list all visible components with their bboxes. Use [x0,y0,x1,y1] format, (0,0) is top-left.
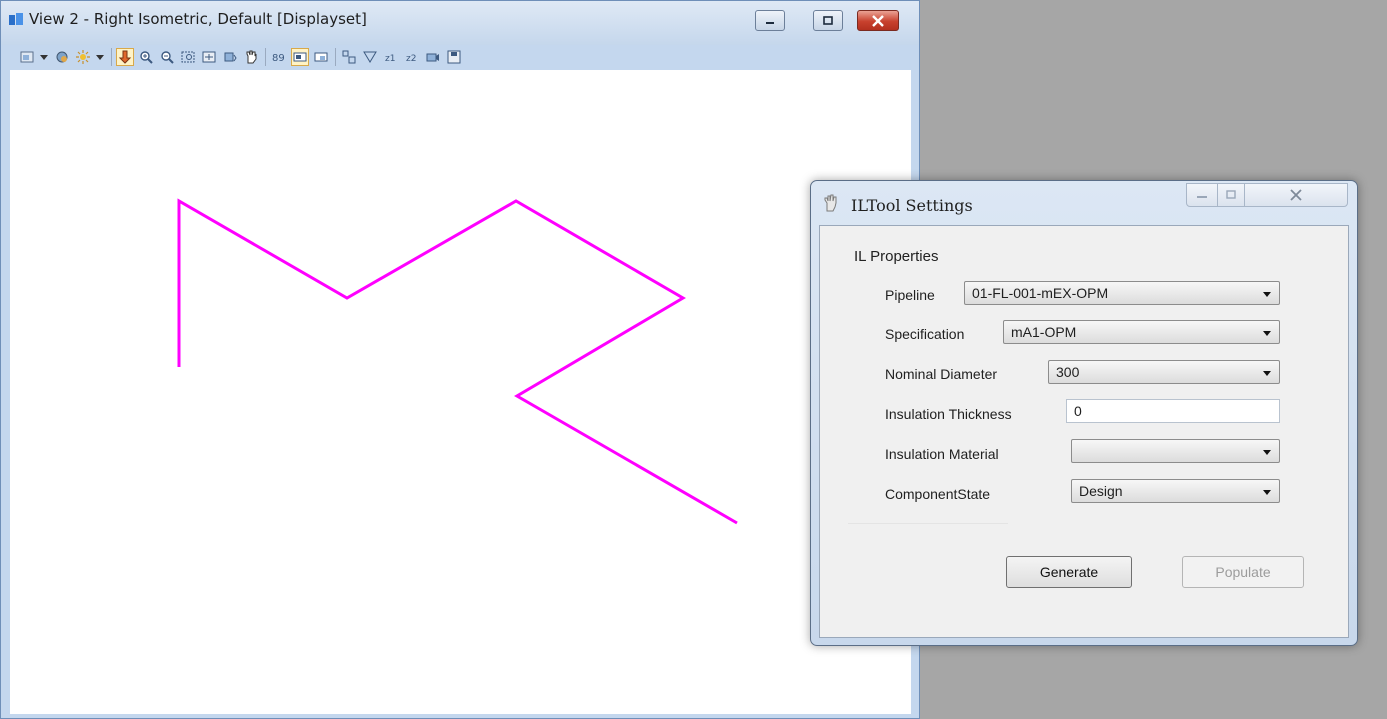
camera-icon[interactable] [425,49,441,65]
pipeline-polyline[interactable] [177,198,738,525]
svg-text:z2: z2 [406,54,416,64]
group-separator [848,523,1008,524]
view-app-icon [9,13,23,25]
pan-view-icon[interactable] [243,49,259,65]
insulation-thickness-label: Insulation Thickness [885,406,1012,422]
component-state-select[interactable]: Design [1071,479,1280,503]
nominal-diameter-label: Nominal Diameter [885,366,998,382]
iltool-settings-dialog: ILTool Settings IL Properties Pipeline 0… [810,180,1358,646]
toolbar-separator [111,48,112,66]
lighting-icon[interactable] [75,49,91,65]
chevron-down-icon [1263,490,1271,495]
close-button[interactable] [857,10,899,31]
canvas-drawing [177,198,738,525]
svg-text:89: 89 [272,53,285,64]
dialog-close-button[interactable] [1244,183,1348,207]
view-window: View 2 - Right Isometric, Default [Displ… [0,0,920,719]
dialog-maximize-button[interactable] [1217,183,1245,207]
group-title-il-properties: IL Properties [854,248,939,265]
back-clip-icon[interactable]: z2 [404,49,420,65]
clip-mask-icon[interactable] [362,49,378,65]
nominal-diameter-select[interactable]: 300 [1048,360,1280,384]
dialog-minimize-button[interactable] [1186,183,1218,207]
toolbar-separator [335,48,336,66]
pipeline-value: 01-FL-001-mEX-OPM [972,285,1109,301]
view-toolbar: 89 z1 z2 [19,45,659,69]
toolbar-separator [265,48,266,66]
dropdown-arrow[interactable] [96,54,104,60]
save-view-icon[interactable] [446,49,462,65]
component-state-label: ComponentState [885,486,991,502]
view-titlebar[interactable]: View 2 - Right Isometric, Default [Displ… [1,1,919,66]
close-icon [872,14,884,27]
window-area-icon[interactable] [180,49,196,65]
pipeline-label: Pipeline [885,287,935,303]
insulation-thickness-field[interactable]: 0 [1066,399,1280,423]
clip-volume-icon[interactable] [341,49,357,65]
front-clip-icon[interactable]: z1 [383,49,399,65]
maximize-button[interactable] [813,10,843,31]
chevron-down-icon [1263,331,1271,336]
copy-view-icon[interactable] [313,49,329,65]
chevron-down-icon [1263,292,1271,297]
generate-button[interactable]: Generate [1006,556,1132,588]
dialog-body: IL Properties Pipeline 01-FL-001-mEX-OPM… [819,225,1349,638]
nominal-diameter-value: 300 [1056,364,1080,380]
dropdown-arrow[interactable] [40,54,48,60]
update-view-icon[interactable] [116,48,134,66]
view-next-icon[interactable] [291,48,309,66]
insulation-thickness-value: 0 [1074,403,1082,419]
zoom-in-icon[interactable] [138,49,154,65]
component-state-value: Design [1079,483,1123,499]
view-attributes-icon[interactable] [19,49,35,65]
rotate-view-icon[interactable] [222,49,238,65]
view-title: View 2 - Right Isometric, Default [Displ… [29,10,367,28]
maximize-icon [823,15,833,25]
dialog-title: ILTool Settings [851,196,973,215]
close-icon [1290,189,1302,201]
minimize-button[interactable] [755,10,785,31]
specification-select[interactable]: mA1-OPM [1003,320,1280,344]
zoom-out-icon[interactable] [159,49,175,65]
maximize-icon [1226,190,1236,199]
chevron-down-icon [1263,371,1271,376]
minimize-icon [1197,196,1207,198]
view-display-icon[interactable] [54,49,70,65]
hand-tool-icon [824,194,837,212]
insulation-material-label: Insulation Material [885,446,999,462]
svg-text:z1: z1 [385,54,395,64]
specification-value: mA1-OPM [1011,324,1077,340]
minimize-icon [766,21,774,24]
pipeline-select[interactable]: 01-FL-001-mEX-OPM [964,281,1280,305]
insulation-material-select[interactable] [1071,439,1280,463]
populate-button[interactable]: Populate [1182,556,1304,588]
chevron-down-icon [1263,450,1271,455]
drawing-canvas[interactable] [10,70,911,714]
specification-label: Specification [885,326,965,342]
view-previous-icon[interactable]: 89 [271,49,287,65]
fit-view-icon[interactable] [201,49,217,65]
